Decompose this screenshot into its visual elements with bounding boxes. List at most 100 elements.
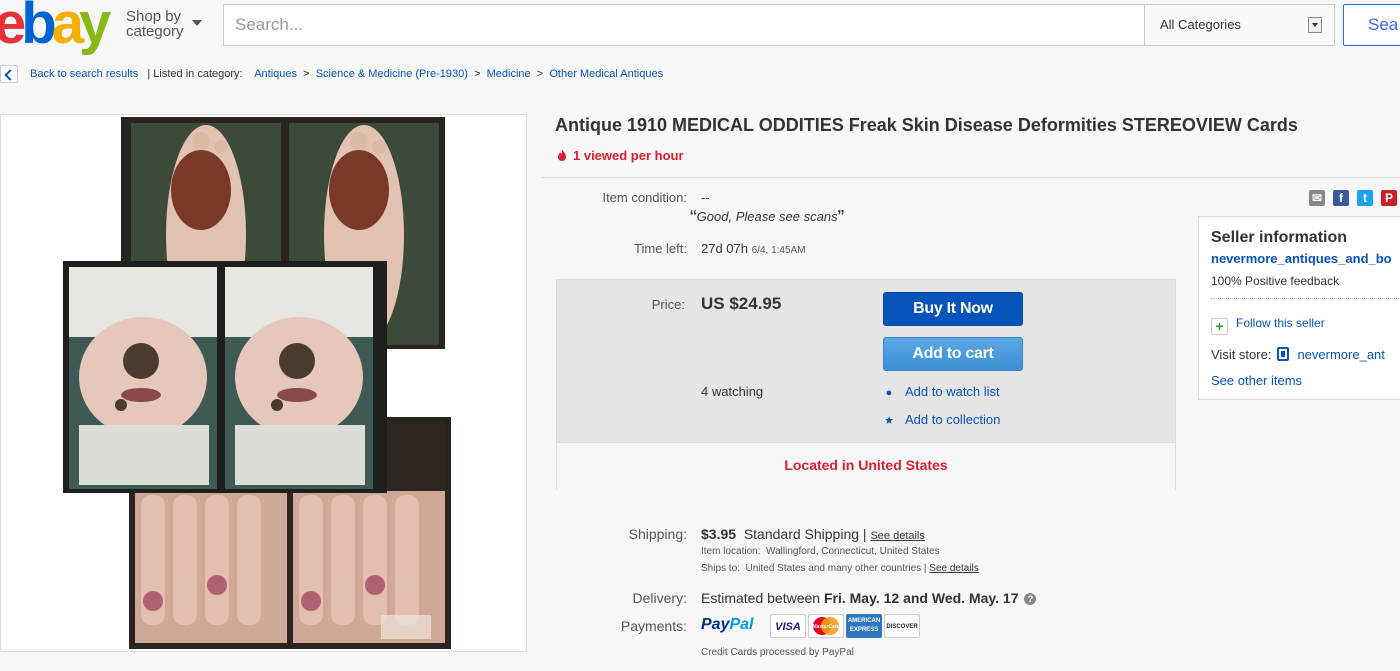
- search-input[interactable]: [224, 5, 1142, 45]
- breadcrumb-antiques[interactable]: Antiques: [254, 68, 297, 80]
- visit-store-label: Visit store:: [1211, 347, 1272, 362]
- item-location: Item location: Wallingford, Connecticut,…: [701, 546, 940, 557]
- category-select-value: All Categories: [1160, 17, 1241, 32]
- item-title: Antique 1910 MEDICAL ODDITIES Freak Skin…: [555, 115, 1298, 135]
- page: ebay Shop by category All Categories Sea…: [0, 0, 1400, 671]
- shop-by-label: Shop by: [126, 8, 182, 25]
- item-location-value: Wallingford, Connecticut, United States: [766, 546, 940, 557]
- add-to-collection-link[interactable]: ★ Add to collection: [883, 412, 1000, 427]
- visa-card-icon: VISA: [770, 614, 806, 638]
- payments-note: Credit Cards processed by PayPal: [701, 647, 854, 658]
- time-left: 27d 07h 6/4, 1:45AM: [701, 241, 806, 256]
- breadcrumb-separator: >: [474, 68, 481, 80]
- plus-icon: +: [1211, 318, 1228, 335]
- ships-to-value: United States and many other countries |: [745, 563, 927, 574]
- seller-info-box: Seller information nevermore_antiques_an…: [1198, 216, 1400, 400]
- viewed-text: 1 viewed per hour: [573, 148, 684, 163]
- caret-down-icon: [192, 20, 202, 26]
- store-link[interactable]: nevermore_ant: [1297, 347, 1384, 362]
- dotted-divider: [1211, 298, 1400, 299]
- see-other-items-link[interactable]: See other items: [1211, 373, 1302, 388]
- delivery-estimate: Estimated between Fri. May. 12 and Wed. …: [701, 590, 1037, 606]
- search-button[interactable]: Sea: [1343, 4, 1400, 46]
- shipping-see-details-link[interactable]: See details: [870, 530, 924, 542]
- time-left-value: 27d 07h: [701, 241, 748, 256]
- delivery-end: Wed. May. 17: [931, 590, 1019, 606]
- star-icon: ★: [884, 415, 894, 427]
- select-arrow-icon: [1308, 17, 1322, 33]
- ships-to-label: Ships to:: [701, 563, 740, 574]
- condition-quote-text: Good, Please see scans: [696, 209, 838, 224]
- mastercard-card-icon: MasterCard: [808, 614, 844, 638]
- pinterest-icon[interactable]: P: [1381, 190, 1397, 206]
- watching-count: 4 watching: [701, 384, 764, 399]
- back-to-search-link[interactable]: Back to search results: [30, 68, 138, 80]
- add-to-watch-list-link[interactable]: ● Add to watch list: [883, 384, 1000, 399]
- facebook-icon[interactable]: f: [1333, 190, 1349, 206]
- back-arrow-icon[interactable]: [0, 65, 18, 83]
- breadcrumb-other-medical-antiques[interactable]: Other Medical Antiques: [549, 68, 663, 80]
- shipping-method: Standard Shipping |: [743, 526, 867, 542]
- store-icon: [1277, 347, 1290, 361]
- email-icon[interactable]: ✉: [1309, 190, 1325, 206]
- delivery-label: Delivery:: [632, 590, 687, 606]
- add-to-cart-button[interactable]: Add to cart: [883, 337, 1023, 371]
- time-left-end: 6/4, 1:45AM: [751, 245, 806, 256]
- shipping-line: $3.95 Standard Shipping | See details: [701, 526, 925, 542]
- location-banner: Located in United States: [557, 442, 1175, 490]
- help-icon[interactable]: ?: [1024, 593, 1037, 605]
- seller-info-title: Seller information: [1211, 229, 1348, 246]
- condition-value: --: [701, 190, 710, 205]
- located-text: Located in United States: [784, 457, 948, 473]
- seller-feedback: 100% Positive feedback: [1211, 274, 1340, 288]
- delivery-prefix: Estimated between: [701, 590, 821, 606]
- collection-label: Add to collection: [905, 412, 1001, 427]
- logo-letter-a: a: [51, 0, 84, 56]
- viewed-badge: 1 viewed per hour: [557, 148, 684, 163]
- paypal-pay: Pay: [701, 616, 730, 633]
- time-left-label: Time left:: [634, 241, 687, 256]
- price-label: Price:: [651, 297, 685, 312]
- shop-by-category-button[interactable]: Shop by category: [126, 8, 202, 40]
- follow-label: Follow this seller: [1236, 316, 1325, 330]
- ships-see-details-link[interactable]: See details: [929, 563, 978, 574]
- ebay-logo[interactable]: ebay: [0, 0, 114, 54]
- category-label: category: [126, 23, 184, 40]
- eye-icon: ●: [885, 387, 893, 399]
- condition-description: “Good, Please see scans”: [690, 207, 845, 229]
- discover-card-icon: DISCOVER: [884, 614, 920, 638]
- paypal-logo: PayPal: [701, 616, 753, 634]
- shipping-cost: $3.95: [701, 526, 737, 542]
- paypal-pal: Pal: [729, 616, 754, 633]
- category-select[interactable]: All Categories: [1144, 5, 1334, 45]
- breadcrumb-science-medicine[interactable]: Science & Medicine (Pre-1930): [316, 68, 468, 80]
- condition-label: Item condition:: [602, 190, 687, 205]
- logo-letter-b: b: [21, 0, 57, 56]
- product-image: [63, 117, 451, 649]
- product-image-panel[interactable]: [0, 114, 527, 652]
- visit-store: Visit store: nevermore_ant: [1211, 347, 1385, 362]
- divider: [541, 177, 1400, 178]
- buy-box: Price: US $24.95 Buy It Now Add to cart …: [556, 279, 1176, 490]
- payments-label: Payments:: [620, 618, 687, 634]
- price-value: US $24.95: [701, 294, 782, 313]
- amex-card-icon: AMERICAN EXPRESS: [846, 614, 882, 638]
- search-bar: All Categories: [223, 4, 1335, 46]
- breadcrumb-medicine[interactable]: Medicine: [487, 68, 531, 80]
- shipping-label: Shipping:: [628, 526, 687, 542]
- breadcrumb-separator: >: [303, 68, 310, 80]
- ships-to: Ships to: United States and many other c…: [701, 563, 979, 574]
- twitter-icon[interactable]: t: [1357, 190, 1373, 206]
- delivery-start: Fri. May. 12: [823, 590, 900, 606]
- breadcrumb-separator: >: [536, 68, 544, 80]
- mastercard-text: MasterCard: [812, 624, 840, 630]
- logo-letter-e: e: [0, 0, 26, 56]
- watch-list-label: Add to watch list: [905, 384, 1000, 399]
- logo-letter-y: y: [78, 0, 111, 56]
- buy-it-now-button[interactable]: Buy It Now: [883, 292, 1023, 326]
- flame-icon: [558, 149, 566, 161]
- stereoview-card-face: [63, 261, 387, 493]
- listed-in-label: | Listed in category:: [147, 68, 243, 80]
- seller-name-link[interactable]: nevermore_antiques_and_bo: [1211, 251, 1392, 266]
- follow-seller-link[interactable]: + Follow this seller: [1211, 316, 1325, 335]
